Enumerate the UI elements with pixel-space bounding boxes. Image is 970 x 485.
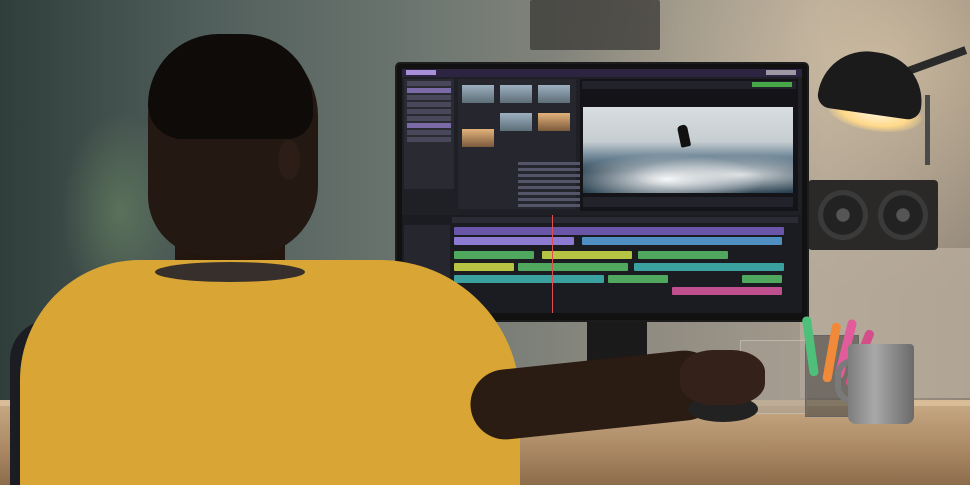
viewer-controls [583,197,793,207]
audio-clip [454,275,604,283]
app-menu-bar [402,69,802,77]
audio-clip [542,251,632,259]
timecode [752,82,792,87]
audio-clip [608,275,668,283]
clip-thumbnail [500,113,532,131]
audio-clip [742,275,782,283]
wave-foam [583,147,793,193]
video-clip [454,227,784,235]
bin-row [407,130,451,135]
bin-row [407,95,451,100]
audio-clip [634,263,784,271]
clock [766,70,796,75]
program-viewer [580,79,798,211]
shirt-collar [155,262,305,282]
bin-row-selected [407,123,451,128]
bin-row-selected [407,88,451,93]
bin-row [407,102,451,107]
bin-row [407,137,451,142]
clip-thumbnail [462,129,494,147]
audio-clip [518,263,628,271]
yellow-shirt [20,260,520,485]
photo-scene [0,0,970,485]
speaker [808,180,938,250]
audio-clip [638,251,728,259]
clip-thumbnail [538,113,570,131]
lamp-post [925,95,930,165]
monitor [397,64,807,320]
audio-clip [672,287,782,295]
app-logo [406,70,436,75]
bin-row [407,116,451,121]
bin-row [407,109,451,114]
clip-thumbnail [462,85,494,103]
person-ear [278,140,300,180]
surfer [676,124,692,148]
surfing-video-frame [583,107,793,193]
audio-clip [454,263,514,271]
bin-row [407,81,451,86]
playhead [552,215,553,313]
wall-picture-frame [530,0,660,50]
coffee-mug [848,344,914,424]
video-clip [454,237,574,245]
speaker-cone [878,190,928,240]
media-bin-panel [404,79,454,189]
audio-clip [454,251,534,259]
speaker-cone [818,190,868,240]
person-hair [148,34,313,139]
clip-thumbnail [500,85,532,103]
video-clip [582,237,782,245]
editing-software-screen [402,69,802,313]
person-hand [680,350,765,405]
clip-thumbnail [538,85,570,103]
timeline-ruler [452,217,798,223]
clip-thumbnails-panel [458,79,628,209]
